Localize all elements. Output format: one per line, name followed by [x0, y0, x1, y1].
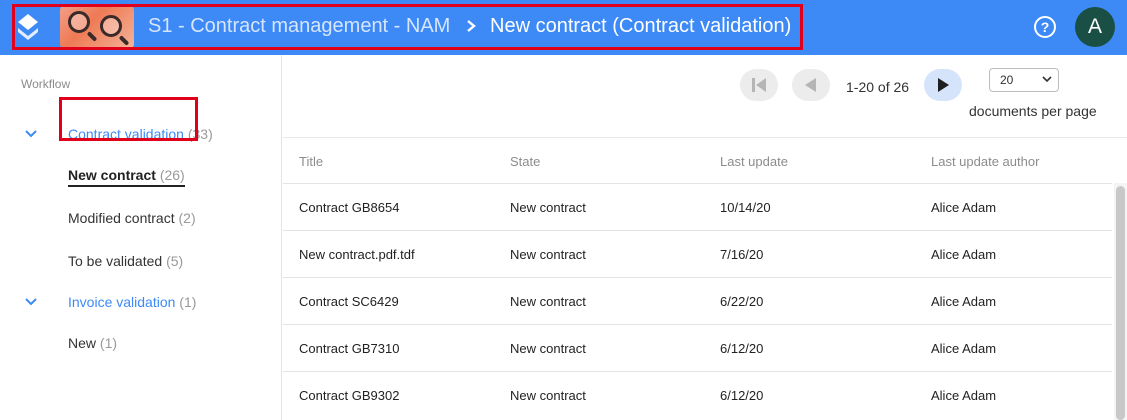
cell-last-update: 6/12/20: [720, 388, 764, 403]
column-header-last-update-author[interactable]: Last update author: [931, 154, 1039, 169]
skip-first-icon: [752, 78, 766, 92]
cell-state: New contract: [510, 247, 586, 262]
cell-last-update: 6/12/20: [720, 341, 764, 356]
cell-state: New contract: [510, 388, 586, 403]
pagination-range: 1-20 of 26: [846, 79, 910, 95]
active-item-highlight-box: [59, 97, 198, 141]
cell-title: Contract GB9302: [299, 388, 400, 403]
sidebar-group-label[interactable]: Invoice validation (1): [68, 294, 196, 310]
header-highlight-box: [12, 4, 803, 50]
user-avatar[interactable]: A: [1075, 7, 1115, 47]
cell-title: Contract SC6429: [299, 294, 399, 309]
documents-per-page-label: documents per page: [969, 103, 1097, 119]
table-row[interactable]: New contract.pdf.tdf New contract 7/16/2…: [283, 230, 1112, 277]
sidebar-item-modified-contract[interactable]: Modified contract (2): [68, 210, 196, 226]
cell-author: Alice Adam: [931, 200, 997, 215]
cell-author: Alice Adam: [931, 341, 997, 356]
sidebar-item-new-contract[interactable]: New contract (26): [68, 167, 185, 187]
first-page-button[interactable]: [740, 69, 778, 101]
previous-page-button[interactable]: [792, 69, 830, 101]
cell-last-update: 6/22/20: [720, 294, 764, 309]
cell-title: Contract GB7310: [299, 341, 400, 356]
column-header-last-update[interactable]: Last update: [720, 154, 788, 169]
sidebar-title: Workflow: [21, 77, 71, 91]
cell-title: New contract.pdf.tdf: [299, 247, 415, 262]
table-row[interactable]: Contract GB8654 New contract 10/14/20 Al…: [283, 183, 1112, 230]
column-header-title[interactable]: Title: [299, 154, 323, 169]
documents-table: Title State Last update Last update auth…: [283, 137, 1127, 420]
cell-title: Contract GB8654: [299, 200, 400, 215]
next-page-button[interactable]: [924, 69, 962, 101]
chevron-down-icon[interactable]: [24, 297, 38, 307]
chevron-down-icon[interactable]: [24, 129, 38, 139]
table-row[interactable]: Contract GB7310 New contract 6/12/20 Ali…: [283, 324, 1112, 371]
table-row[interactable]: Contract SC6429 New contract 6/22/20 Ali…: [283, 277, 1112, 324]
triangle-left-icon: [805, 78, 816, 92]
cell-author: Alice Adam: [931, 294, 997, 309]
cell-author: Alice Adam: [931, 247, 997, 262]
triangle-right-icon: [938, 78, 949, 92]
column-header-state[interactable]: State: [510, 154, 540, 169]
cell-last-update: 7/16/20: [720, 247, 764, 262]
chevron-down-icon: [1042, 76, 1052, 83]
cell-author: Alice Adam: [931, 388, 997, 403]
cell-state: New contract: [510, 341, 586, 356]
documents-per-page-select[interactable]: 20: [989, 68, 1059, 92]
help-icon[interactable]: ?: [1034, 16, 1056, 38]
sidebar-item-to-be-validated[interactable]: To be validated (5): [68, 253, 183, 269]
table-scrollbar-thumb[interactable]: [1116, 186, 1125, 420]
table-row[interactable]: Contract GB9302 New contract 6/12/20 Ali…: [283, 371, 1112, 418]
cell-state: New contract: [510, 294, 586, 309]
cell-state: New contract: [510, 200, 586, 215]
sidebar-item-new[interactable]: New (1): [68, 335, 117, 351]
cell-last-update: 10/14/20: [720, 200, 771, 215]
